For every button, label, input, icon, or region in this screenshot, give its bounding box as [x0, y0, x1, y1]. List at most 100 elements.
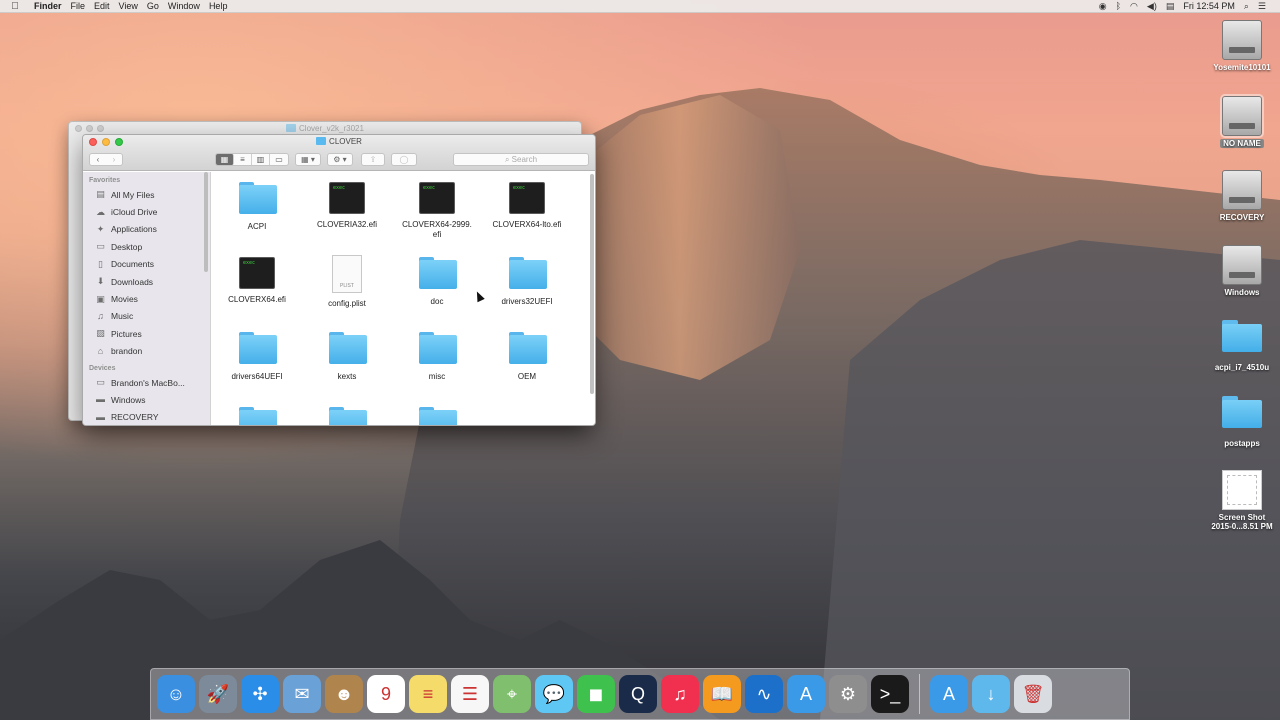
apple-menu-icon[interactable]:  [0, 1, 30, 12]
zoom-button[interactable] [115, 138, 123, 146]
file-item-cloverx64-efi[interactable]: CLOVERX64.efi [212, 255, 302, 305]
desktop-drive-noname[interactable]: NO NAME [1204, 94, 1280, 148]
dock-ibooks-icon[interactable]: 📖 [703, 675, 741, 713]
sidebar-item-all-my-files[interactable]: ▤ All My Files [83, 186, 210, 203]
finder-window[interactable]: CLOVER ‹ › ▦ ≡ ▥ ▭ ▦ ▾ ⚙ ▾ ⇪ ◯ ⌕ Search … [82, 134, 596, 426]
share-button[interactable]: ⇪ [361, 153, 385, 166]
minimize-button[interactable] [102, 138, 110, 146]
file-item-drivers64uefi[interactable]: drivers64UEFI [212, 330, 302, 382]
sidebar-item-pictures[interactable]: ▨ Pictures [83, 325, 210, 342]
record-icon[interactable]: ◉ [1099, 1, 1107, 12]
wifi-icon[interactable]: ◠ [1130, 1, 1138, 12]
icon-view-button[interactable]: ▦ [216, 154, 234, 165]
dock-calendar-icon[interactable]: 9 [367, 675, 405, 713]
file-item-acpi[interactable]: ACPI [212, 180, 302, 232]
file-item-cloverx64-2999[interactable]: CLOVERX64-2999.efi [392, 180, 482, 240]
menu-edit[interactable]: Edit [94, 0, 119, 13]
dock-finder-icon[interactable]: ☺ [157, 675, 195, 713]
flag-icon[interactable]: ▤ [1166, 1, 1175, 12]
sidebar-item-windows[interactable]: ▬ Windows [83, 391, 210, 408]
desktop-screenshot[interactable]: Screen Shot 2015-0...8.51 PM [1204, 470, 1280, 531]
dock-terminal-icon[interactable]: >_ [871, 675, 909, 713]
executable-icon [419, 182, 455, 214]
sidebar-item-movies[interactable]: ▣ Movies [83, 290, 210, 307]
desktop-icon-label: postapps [1224, 439, 1260, 448]
arrange-button[interactable]: ▦ ▾ [295, 153, 321, 166]
sidebar-item-documents[interactable]: ▯ Documents [83, 256, 210, 273]
sidebar-scrollbar[interactable] [204, 172, 208, 272]
desktop-drive-windows[interactable]: Windows [1204, 245, 1280, 297]
sidebar-item-brandon-s-macbo[interactable]: ▭ Brandon's MacBo... [83, 374, 210, 391]
file-item-misc[interactable]: misc [392, 330, 482, 382]
menu-app-finder[interactable]: Finder [30, 0, 71, 13]
file-item-oem[interactable]: OEM [482, 330, 572, 382]
file-name: misc [428, 372, 446, 381]
file-item[interactable] [212, 405, 302, 425]
finder-titlebar[interactable]: CLOVER [83, 135, 595, 149]
close-button[interactable] [89, 138, 97, 146]
sidebar-item-music[interactable]: ♫ Music [83, 308, 210, 325]
file-name: CLOVERIA32.efi [316, 220, 378, 229]
desktop-drive-yosemite[interactable]: Yosemite10101 [1204, 20, 1280, 72]
dock-safari-icon[interactable]: ✣ [241, 675, 279, 713]
dock-app-store-downloads-icon[interactable]: A [930, 675, 968, 713]
forward-button[interactable]: › [106, 155, 122, 164]
desktop-drive-recovery[interactable]: RECOVERY [1204, 170, 1280, 222]
coverflow-view-button[interactable]: ▭ [270, 154, 288, 165]
traffic-lights [89, 138, 123, 146]
sidebar-item-brandon[interactable]: ⌂ brandon [83, 343, 210, 360]
dock-downloads-stack-icon[interactable]: ↓ [972, 675, 1010, 713]
action-button[interactable]: ⚙ ▾ [327, 153, 353, 166]
sidebar-item-downloads[interactable]: ⬇ Downloads [83, 273, 210, 290]
finder-toolbar: ‹ › ▦ ≡ ▥ ▭ ▦ ▾ ⚙ ▾ ⇪ ◯ ⌕ Search [83, 149, 595, 171]
dock-contacts-icon[interactable]: ☻ [325, 675, 363, 713]
menu-help[interactable]: Help [209, 0, 237, 13]
dock-notes-icon[interactable]: ≡ [409, 675, 447, 713]
tags-button[interactable]: ◯ [391, 153, 417, 166]
desktop-folder-postapps[interactable]: postapps [1204, 396, 1280, 448]
notification-center-icon[interactable]: ☰ [1258, 1, 1266, 12]
column-view-button[interactable]: ▥ [252, 154, 270, 165]
desktop-folder-acpi[interactable]: acpi_i7_4510u [1204, 320, 1280, 372]
sidebar-item-desktop[interactable]: ▭ Desktop [83, 238, 210, 255]
dock-intel-power-gadget-icon[interactable]: ∿ [745, 675, 783, 713]
back-window-title: Clover_v2k_r3021 [299, 124, 364, 133]
sidebar-item-applications[interactable]: ✦ Applications [83, 221, 210, 238]
menu-go[interactable]: Go [147, 0, 168, 13]
dock-maps-icon[interactable]: ⌖ [493, 675, 531, 713]
sidebar-item-recovery[interactable]: ▬ RECOVERY [83, 409, 210, 425]
file-item-kexts[interactable]: kexts [302, 330, 392, 382]
spotlight-icon[interactable]: ⌕ [1244, 1, 1249, 12]
dock-quicktime-icon[interactable]: Q [619, 675, 657, 713]
dock-messages-icon[interactable]: 💬 [535, 675, 573, 713]
dock-itunes-icon[interactable]: ♫ [661, 675, 699, 713]
menu-clock[interactable]: Fri 12:54 PM [1183, 1, 1235, 11]
volume-icon[interactable]: ◀) [1147, 1, 1157, 12]
dock-launchpad-icon[interactable]: 🚀 [199, 675, 237, 713]
sidebar-item-icloud-drive[interactable]: ☁ iCloud Drive [83, 203, 210, 220]
dock-mail-icon[interactable]: ✉ [283, 675, 321, 713]
file-item-cloverx64-lto-efi[interactable]: CLOVERX64-lto.efi [482, 180, 572, 230]
sidebar-item-label: RECOVERY [111, 412, 159, 423]
bluetooth-icon[interactable]: ᛒ [1116, 1, 1121, 11]
dock-trash-icon[interactable]: 🗑 [1014, 675, 1052, 713]
menu-view[interactable]: View [119, 0, 147, 13]
search-field[interactable]: ⌕ Search [453, 153, 589, 166]
dock-system-preferences-icon[interactable]: ⚙ [829, 675, 867, 713]
menu-window[interactable]: Window [168, 0, 209, 13]
menu-file[interactable]: File [71, 0, 95, 13]
dock-app-store-icon[interactable]: A [787, 675, 825, 713]
file-item[interactable] [302, 405, 392, 425]
file-item-cloveria32-efi[interactable]: CLOVERIA32.efi [302, 180, 392, 230]
dock-reminders-icon[interactable]: ☰ [451, 675, 489, 713]
file-item[interactable] [392, 405, 482, 425]
content-scrollbar[interactable] [590, 174, 594, 394]
dock-facetime-icon[interactable]: ◼ [577, 675, 615, 713]
file-item-config-plist[interactable]: config.plist [302, 255, 392, 309]
back-button[interactable]: ‹ [90, 155, 106, 164]
file-item-doc[interactable]: doc [392, 255, 482, 307]
file-item-drivers32uefi[interactable]: drivers32UEFI [482, 255, 572, 307]
folder-icon [327, 405, 367, 425]
list-view-button[interactable]: ≡ [234, 154, 252, 165]
desktop-icon: ▭ [96, 241, 105, 252]
